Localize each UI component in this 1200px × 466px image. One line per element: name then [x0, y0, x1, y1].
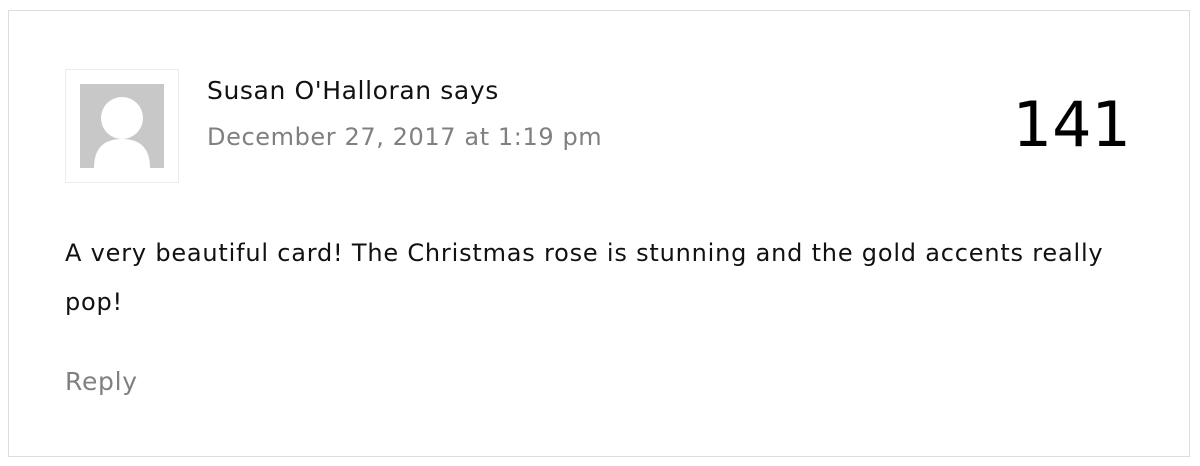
- comment-number: 141: [1012, 88, 1131, 161]
- comment-text: A very beautiful card! The Christmas ros…: [65, 239, 1104, 316]
- avatar: [80, 84, 164, 168]
- avatar-frame: [65, 69, 179, 183]
- comment-author-line: Susan O'Halloran says: [207, 75, 499, 107]
- default-avatar-icon: [80, 84, 164, 168]
- comment-says-label: says: [440, 76, 499, 105]
- reply-link[interactable]: Reply: [65, 366, 138, 398]
- comment-card: Susan O'Halloran says December 27, 2017 …: [8, 10, 1190, 457]
- comment-author-name: Susan O'Halloran: [207, 76, 432, 105]
- comment-timestamp[interactable]: December 27, 2017 at 1:19 pm: [207, 121, 602, 153]
